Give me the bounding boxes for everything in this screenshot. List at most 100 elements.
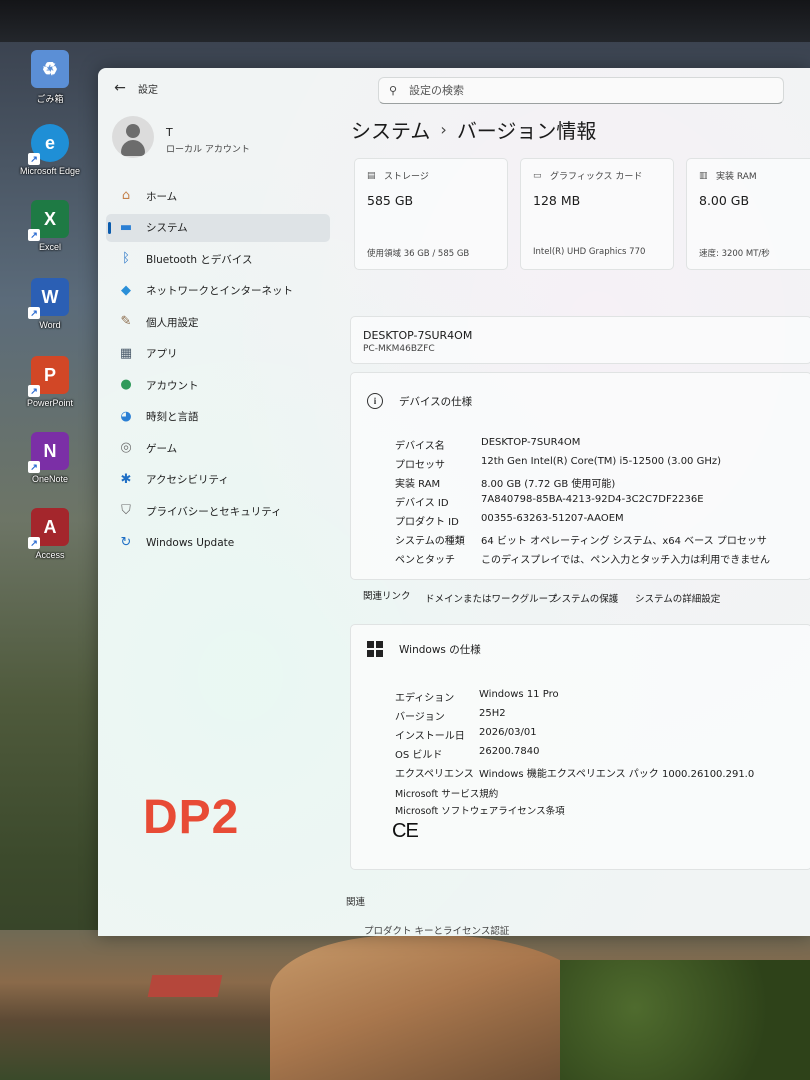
wallpaper-rock [270,935,600,1080]
spec-value: このディスプレイでは、ペン入力とタッチ入力は利用できません [481,555,770,566]
page-title: バージョン情報 [456,118,597,143]
spec-value: 64 ビット オペレーティング システム、x64 ベース プロセッサ [481,536,767,547]
windows-update-icon: ↻ [120,534,132,550]
shortcut-arrow-icon: ↗ [28,153,40,165]
spec-label: ペンとタッチ [395,555,455,566]
desktop-shortcut[interactable]: W ↗ Word [10,278,90,348]
search-icon: ⚲ [389,84,398,97]
storage-icon: ▤ [367,170,376,181]
bluetooth-icon: ᛒ [122,251,130,266]
sidebar-item-label: Windows Update [146,536,235,549]
sidebar-item-system[interactable]: ▬ システム [106,213,330,242]
spec-label: エクスペリエンス [395,769,474,780]
windows-logo-icon [367,641,383,657]
spec-row: 実装 RAM 8.00 GB (7.72 GB 使用可能) [395,475,810,493]
spec-row: OS ビルド 26200.7840 [395,746,810,764]
spec-label: インストール日 [395,731,465,742]
device-name: DESKTOP-7SUR4OM [363,329,473,342]
sidebar-item-label: ネットワークとインターネット [146,285,293,297]
sidebar-item-accounts[interactable]: ● アカウント [106,371,330,399]
onenote-icon: N ↗ [28,432,69,473]
desktop-shortcut[interactable]: A ↗ Access [10,508,90,578]
avatar-person-body [121,140,145,156]
stat-card-header: ▥ 実装 RAM [699,169,757,183]
sidebar-item-bluetooth[interactable]: ᛒ Bluetooth とデバイス [106,245,330,273]
sidebar-item-accessibility[interactable]: ✱ アクセシビリティ [106,466,330,494]
spec-value: DESKTOP-7SUR4OM [481,437,581,448]
stat-card: ▥ 実装 RAM 8.00 GB 速度: 3200 MT/秒 [686,158,810,270]
related-link[interactable]: ドメインまたはワークグループ [425,591,557,605]
time-language-icon: ◕ [120,408,132,424]
desktop-shortcut[interactable]: e ↗ Microsoft Edge [10,124,90,194]
sidebar-item-label: ホーム [146,190,178,203]
spec-value: Windows 11 Pro [479,689,559,700]
search-box[interactable]: ⚲ [378,77,784,104]
desktop-shortcut[interactable]: N ↗ OneNote [10,432,90,502]
sidebar-item-label: アカウント [146,379,199,392]
sidebar-item-label: Bluetooth とデバイス [146,253,253,266]
avatar-person-icon [126,124,140,138]
profile-name: T [166,126,173,139]
windows-spec-link[interactable]: Microsoft サービス規約 [395,786,498,800]
spec-row: バージョン 25H2 [395,708,810,726]
stat-card-detail: 使用領域 36 GB / 585 GB [367,249,470,259]
windows-spec-link[interactable]: Microsoft ソフトウェアライセンス条項 [395,803,565,817]
sidebar-item-network[interactable]: ◆ ネットワークとインターネット [106,277,330,305]
stat-card-value: 8.00 GB [699,193,750,208]
spec-label: プロセッサ [395,460,445,471]
monitor-bezel [0,0,810,42]
sidebar-item-apps[interactable]: ▦ アプリ [106,340,330,368]
desktop-shortcut-label: Excel [38,242,61,252]
device-model: PC-MKM46BZFC [363,344,435,354]
breadcrumb-parent[interactable]: システム [351,115,430,144]
related-link[interactable]: システムの詳細設定 [635,591,720,605]
desktop-shortcut-label: Word [39,320,61,330]
spec-value: 2026/03/01 [479,727,537,738]
desktop-shortcut[interactable]: X ↗ Excel [10,200,90,270]
watermark: DP2 [143,791,240,844]
accounts-icon: ● [120,377,132,392]
desktop-shortcut[interactable]: ♻ ごみ箱 [10,50,90,120]
network-icon: ◆ [121,282,131,298]
stat-card-value: 128 MB [533,193,581,208]
device-specs-header[interactable]: i デバイスの仕様 [367,393,472,409]
windows-specs-header[interactable]: Windows の仕様 [367,641,481,657]
related-title: 関連 [346,897,366,908]
spec-row: ペンとタッチ このディスプレイでは、ペン入力とタッチ入力は利用できません [395,551,810,569]
search-input[interactable] [409,84,769,97]
avatar [112,116,154,158]
sidebar-item-home[interactable]: ⌂ ホーム [106,182,330,210]
device-specs-title: デバイスの仕様 [399,395,473,408]
shortcut-arrow-icon: ↗ [28,537,40,549]
desktop-shortcut-label: OneNote [31,474,69,484]
sidebar-item-privacy-shield[interactable]: ⛉ プライバシーとセキュリティ [106,497,330,525]
profile-card[interactable]: T ローカル アカウント [112,116,312,162]
stat-card-label: グラフィックス カード [550,172,643,182]
spec-value: 25H2 [479,708,506,719]
sidebar-item-time-language[interactable]: ◕ 時刻と言語 [106,403,330,431]
ce-mark-icon: CE [392,820,419,842]
sidebar-item-personalization[interactable]: ✎ 個人用設定 [106,308,330,336]
icon-glyph: e [44,132,55,153]
icon-glyph: A [43,516,57,537]
desktop-shortcut-label: Access [35,550,65,560]
shortcut-arrow-icon: ↗ [28,385,40,397]
related-link[interactable]: システムの保護 [552,591,618,605]
app-title: 設定 [138,85,158,96]
back-arrow-icon[interactable]: ← [110,78,130,98]
sidebar-item-label: システム [146,222,188,234]
spec-label: 実装 RAM [395,479,441,490]
system-icon: ▬ [119,219,133,235]
sidebar-item-windows-update[interactable]: ↻ Windows Update [106,529,330,557]
stat-card: ▭ グラフィックス カード 128 MB Intel(R) UHD Graphics … [520,158,674,270]
info-icon: i [367,393,383,409]
related-item-product-key[interactable]: プロダクト キーとライセンス認証 [364,923,509,936]
spec-label: バージョン [395,712,445,723]
sidebar-item-label: プライバシーとセキュリティ [146,505,282,518]
desktop-shortcut[interactable]: P ↗ PowerPoint [10,356,90,426]
shortcut-arrow-icon: ↗ [28,307,40,319]
icon-glyph: N [43,440,57,461]
powerpoint-icon: P ↗ [28,356,69,397]
apps-icon: ▦ [119,345,133,361]
sidebar-item-gaming[interactable]: ◎ ゲーム [106,434,330,462]
